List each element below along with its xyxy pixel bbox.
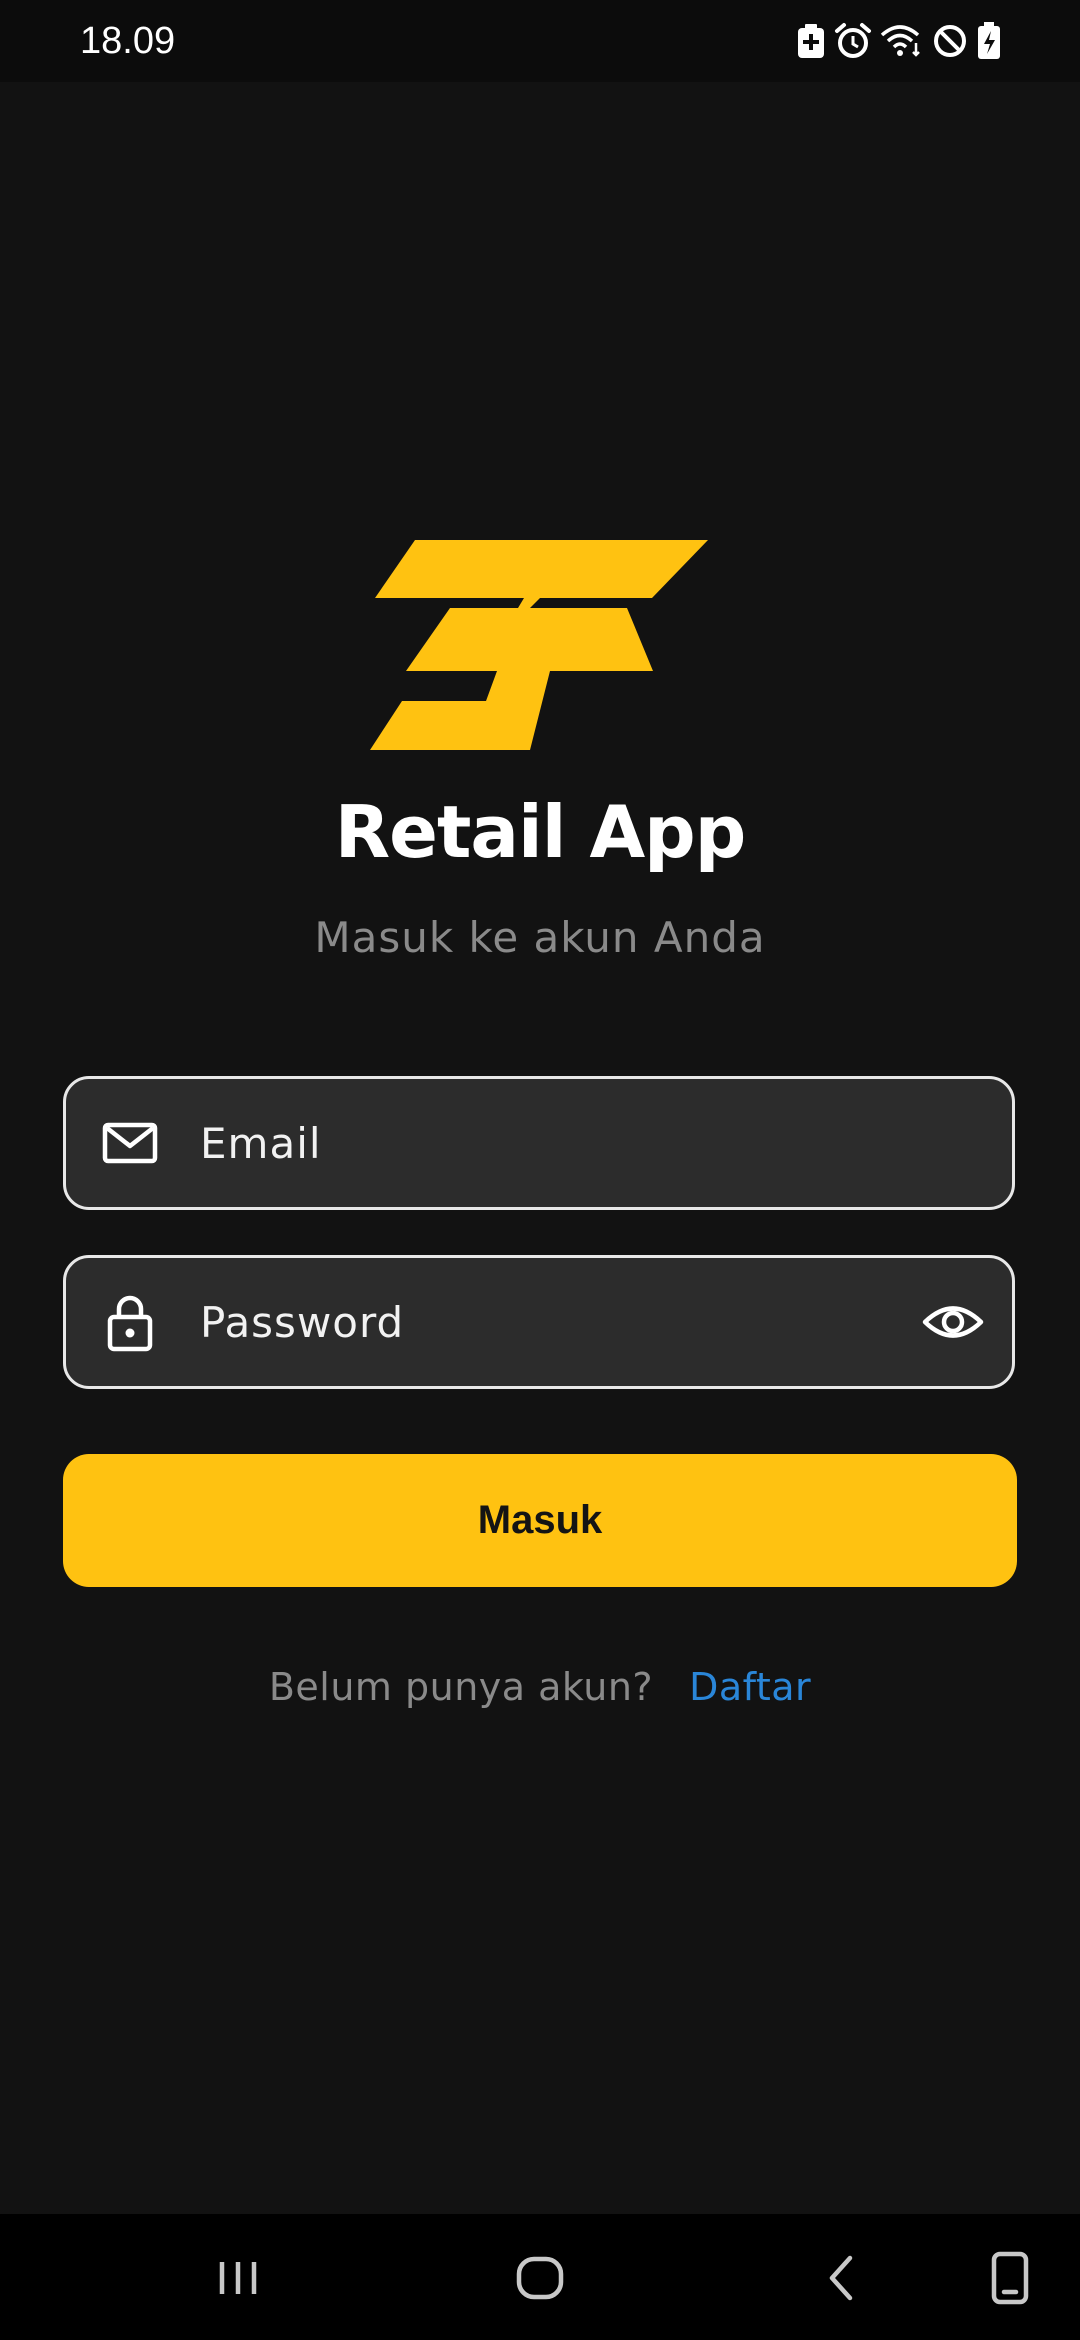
register-prompt: Belum punya akun? xyxy=(268,1665,654,1709)
keyboard-toggle-icon[interactable] xyxy=(980,2248,1040,2308)
app-logo xyxy=(370,540,708,750)
eye-icon[interactable] xyxy=(922,1291,984,1353)
do-not-disturb-icon xyxy=(932,23,968,59)
battery-charging-icon xyxy=(976,22,1002,60)
app-subtitle: Masuk ke akun Anda xyxy=(314,913,766,962)
email-field-container[interactable] xyxy=(63,1076,1015,1210)
app-title: Retail App xyxy=(334,790,747,874)
login-button[interactable]: Masuk xyxy=(63,1454,1017,1587)
status-bar: 18.09 xyxy=(0,0,1080,82)
password-field-container[interactable] xyxy=(63,1255,1015,1389)
mail-icon xyxy=(102,1122,158,1164)
recents-icon[interactable] xyxy=(208,2248,268,2308)
battery-saver-icon xyxy=(796,23,826,59)
home-icon[interactable] xyxy=(510,2248,570,2308)
register-row: Belum punya akun? Daftar xyxy=(0,1665,1080,1709)
wifi-icon xyxy=(880,23,924,59)
back-icon[interactable] xyxy=(812,2248,872,2308)
register-link[interactable]: Daftar xyxy=(689,1665,811,1709)
password-input[interactable] xyxy=(200,1258,900,1386)
status-icons xyxy=(796,22,1002,60)
alarm-icon xyxy=(834,22,872,60)
email-input[interactable] xyxy=(200,1079,900,1207)
lock-icon xyxy=(107,1295,153,1352)
navigation-bar xyxy=(0,2214,1080,2340)
status-time: 18.09 xyxy=(80,20,176,62)
